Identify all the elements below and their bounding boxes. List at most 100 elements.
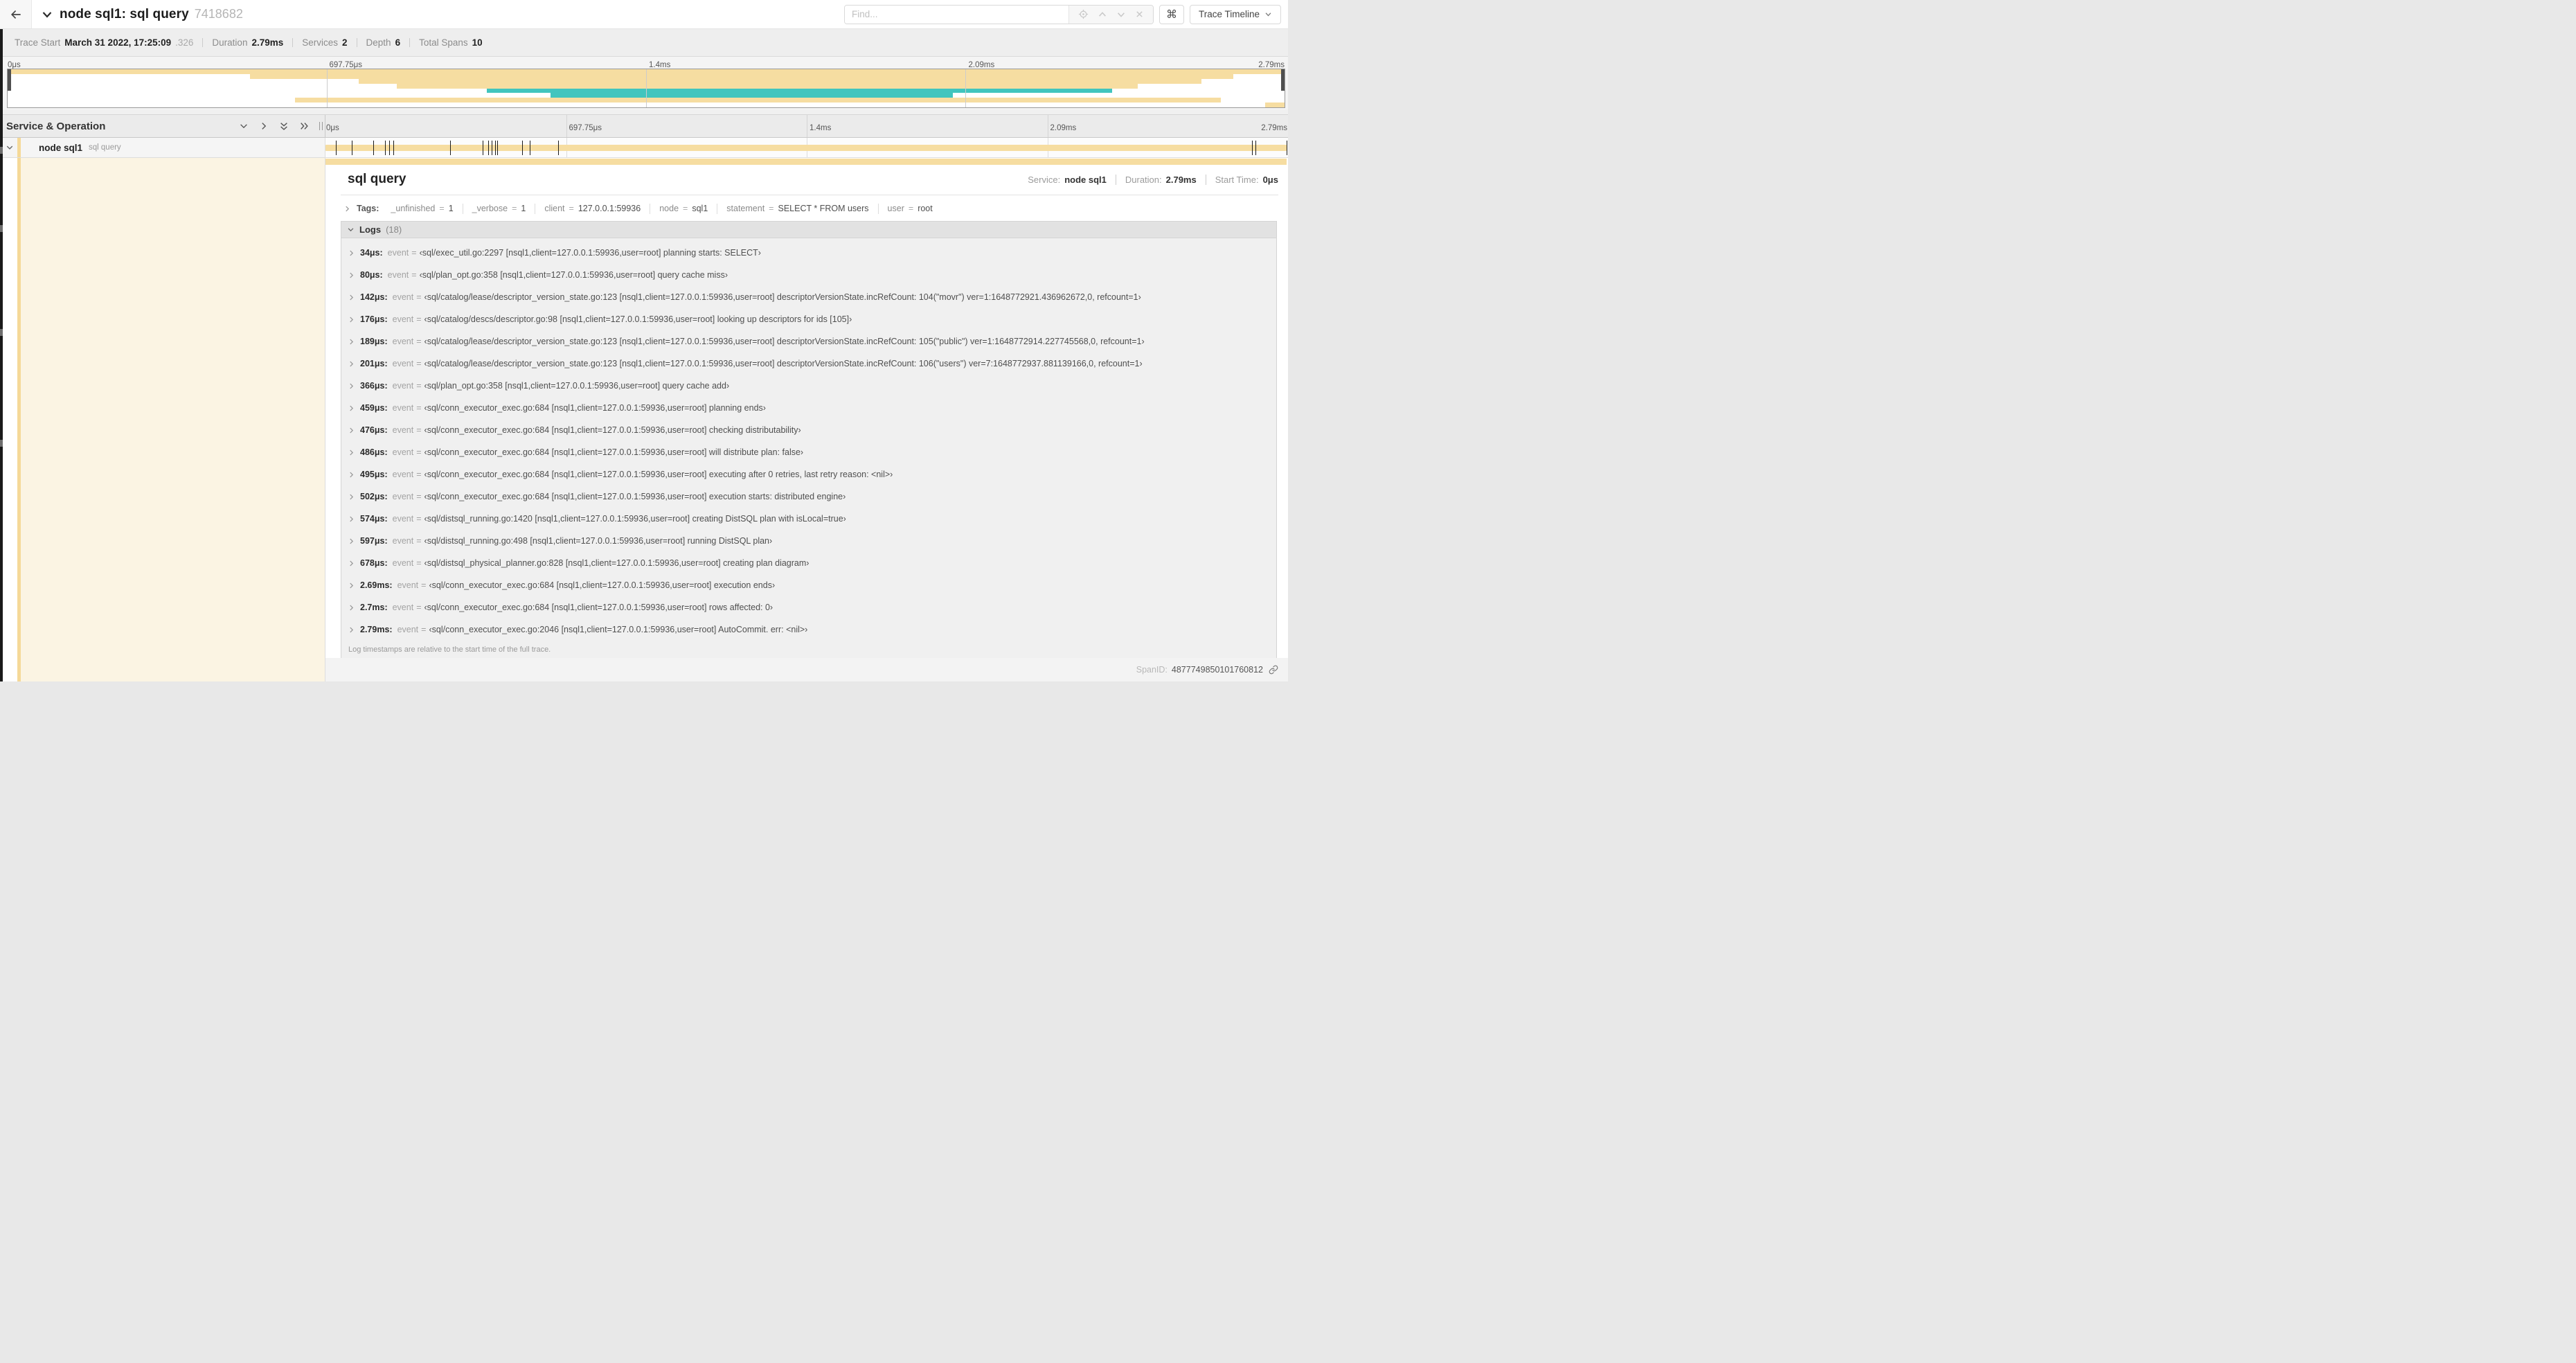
tags-label: Tags: <box>357 204 379 213</box>
tag-value: SELECT * FROM users <box>778 203 869 213</box>
log-timestamp: 459μs: <box>360 403 388 413</box>
tick-label: 697.75μs <box>569 124 602 132</box>
log-row[interactable]: 495μs: event = ‹sql/conn_executor_exec.go:6… <box>341 463 1276 485</box>
back-button[interactable] <box>0 0 32 28</box>
log-field-value: ‹sql/catalog/lease/descriptor_version_st… <box>424 337 1145 346</box>
tags-row[interactable]: Tags: _unfinished = 1 _verbose = 1 client = 127.… <box>343 202 1278 215</box>
detail-content: sql query Service: node sql1 Duration: 2.79… <box>325 165 1288 661</box>
log-equals: = <box>416 403 422 413</box>
log-field-key: event <box>392 603 414 612</box>
log-field-key: event <box>392 314 414 324</box>
clear-search-icon[interactable] <box>1135 10 1144 19</box>
log-row[interactable]: 502μs: event = ‹sql/conn_executor_exec.go:6… <box>341 485 1276 508</box>
viewport-scrubber-left[interactable] <box>8 69 11 91</box>
tag-item[interactable]: user = root <box>877 203 942 214</box>
log-equals: = <box>416 292 422 302</box>
tag-item[interactable]: _verbose = 1 <box>462 203 535 214</box>
log-row[interactable]: 201μs: event = ‹sql/catalog/lease/descripto… <box>341 353 1276 375</box>
tag-value: sql1 <box>692 203 708 213</box>
timeline-header-ruler: 0μs 697.75μs 1.4ms 2.09ms 2.79ms <box>325 115 1288 137</box>
trace-view-dropdown[interactable]: Trace Timeline <box>1189 4 1281 24</box>
span-id-label: SpanID: <box>1136 665 1168 675</box>
tag-item[interactable]: statement = SELECT * FROM users <box>717 203 877 214</box>
log-row[interactable]: 189μs: event = ‹sql/catalog/lease/descripto… <box>341 330 1276 353</box>
chevron-down-icon <box>1264 10 1272 18</box>
chevron-right-icon <box>348 316 355 323</box>
keyboard-shortcuts-button[interactable]: ⌘ <box>1159 4 1184 24</box>
tag-item[interactable]: client = 127.0.0.1:59936 <box>535 203 650 214</box>
find-input[interactable] <box>844 5 1068 24</box>
log-equals: = <box>411 270 417 280</box>
span-bar-cell[interactable] <box>325 138 1288 157</box>
log-marker-tick <box>393 141 395 155</box>
span-name-cell[interactable]: node sql1 sql query <box>0 138 325 157</box>
summary-item-label: Duration <box>212 37 248 48</box>
link-icon[interactable] <box>1269 665 1278 675</box>
log-field-key: event <box>392 403 414 413</box>
log-field-key: event <box>392 447 414 457</box>
log-timestamp: 678μs: <box>360 558 388 568</box>
tag-item[interactable]: node = sql1 <box>650 203 717 214</box>
chevron-right-icon <box>343 205 351 213</box>
chevron-down-icon[interactable] <box>42 9 53 20</box>
tick: 2.79ms <box>1261 121 1288 134</box>
span-service-name: node sql1 <box>39 142 83 153</box>
log-row[interactable]: 176μs: event = ‹sql/catalog/descs/descripto… <box>341 308 1276 330</box>
log-field-value: ‹sql/plan_opt.go:358 [nsql1,client=127.0… <box>424 381 730 391</box>
log-row[interactable]: 597μs: event = ‹sql/distsql_running.go:498 … <box>341 530 1276 552</box>
log-row[interactable]: 80μs: event = ‹sql/plan_opt.go:358 [nsql1,c… <box>341 264 1276 286</box>
timeline-header-left: Service & Operation <box>0 115 325 137</box>
log-row[interactable]: 678μs: event = ‹sql/distsql_physical_planne… <box>341 552 1276 574</box>
summary-item-value: March 31 2022, 17:25:09 <box>64 37 172 48</box>
chevron-right-icon <box>348 515 355 523</box>
span-meta-item: Duration: 2.79ms <box>1115 175 1197 185</box>
window-edge <box>0 29 3 682</box>
timeline-header: Service & Operation 0μs 697.75μs 1.4ms 2.09 <box>0 114 1288 138</box>
minimap-tick-labels: 0μs 697.75μs 1.4ms 2.09ms 2.79ms <box>7 57 1285 69</box>
log-equals: = <box>421 625 427 634</box>
detail-span-bar <box>325 159 1287 165</box>
collapse-one-icon[interactable] <box>239 121 249 131</box>
log-row[interactable]: 142μs: event = ‹sql/catalog/lease/descripto… <box>341 286 1276 308</box>
column-resizer-handle[interactable] <box>319 122 323 130</box>
log-row[interactable]: 476μs: event = ‹sql/conn_executor_exec.go:6… <box>341 419 1276 441</box>
summary-item-suffix: .326 <box>175 37 194 48</box>
log-row[interactable]: 34μs: event = ‹sql/exec_util.go:2297 [nsql1… <box>341 242 1276 264</box>
tag-item[interactable]: _unfinished = 1 <box>382 204 462 214</box>
collapse-all-icon[interactable] <box>279 121 289 132</box>
log-timestamp: 2.7ms: <box>360 603 388 612</box>
span-detail-panel: sql query Service: node sql1 Duration: 2.79… <box>325 158 1288 682</box>
summary-item-value: 6 <box>395 37 401 48</box>
arrow-left-icon <box>9 8 23 21</box>
log-equals: = <box>416 425 422 435</box>
viewport-scrubber-right[interactable] <box>1281 69 1285 91</box>
tag-key: node <box>659 203 679 213</box>
log-timestamp: 495μs: <box>360 470 388 479</box>
log-row[interactable]: 2.79ms: event = ‹sql/conn_executor_exec.go:… <box>341 618 1276 641</box>
service-operation-header: Service & Operation <box>6 120 106 132</box>
log-row[interactable]: 366μs: event = ‹sql/plan_opt.go:358 [nsql1,… <box>341 375 1276 397</box>
log-equals: = <box>416 536 422 546</box>
prev-result-icon[interactable] <box>1098 10 1107 19</box>
tag-key: _verbose <box>472 203 508 213</box>
log-row[interactable]: 2.7ms: event = ‹sql/conn_executor_exec.go:6… <box>341 596 1276 618</box>
log-row[interactable]: 459μs: event = ‹sql/conn_executor_exec.go:6… <box>341 397 1276 419</box>
top-bar-actions: ⌘ Trace Timeline <box>843 4 1288 24</box>
logs-header[interactable]: Logs (18) <box>341 222 1276 238</box>
log-marker-tick <box>1255 141 1257 155</box>
tag-key: client <box>544 203 565 213</box>
expand-all-icon[interactable] <box>299 121 310 131</box>
chevron-down-icon[interactable] <box>6 143 14 152</box>
summary-item-label: Depth <box>366 37 391 48</box>
log-row[interactable]: 486μs: event = ‹sql/conn_executor_exec.go:6… <box>341 441 1276 463</box>
log-row[interactable]: 2.69ms: event = ‹sql/conn_executor_exec.go:… <box>341 574 1276 596</box>
log-row[interactable]: 574μs: event = ‹sql/distsql_running.go:1420… <box>341 508 1276 530</box>
minimap-canvas[interactable] <box>7 69 1285 108</box>
tag-equals: = <box>512 203 517 213</box>
expand-one-icon[interactable] <box>259 121 269 131</box>
locate-icon[interactable] <box>1078 9 1089 19</box>
log-marker-tick <box>384 141 386 155</box>
chevron-right-icon <box>348 294 355 301</box>
next-result-icon[interactable] <box>1116 10 1126 19</box>
detail-left-column <box>0 158 325 682</box>
